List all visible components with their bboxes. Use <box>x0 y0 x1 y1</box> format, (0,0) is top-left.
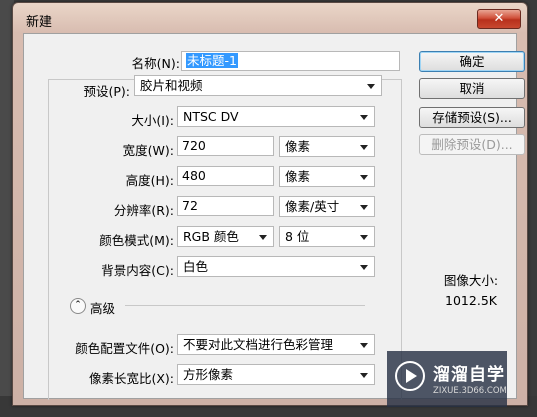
image-size-value: 1012.5K <box>445 293 497 308</box>
dialog-title: 新建 <box>26 15 53 30</box>
chevron-down-icon <box>360 115 368 120</box>
chevron-down-icon <box>360 205 368 210</box>
size-label: 大小(I): <box>131 113 174 128</box>
color-profile-value: 不要对此文档进行色彩管理 <box>183 337 334 352</box>
dialog-client-area: 名称(N): 未标题-1 预设(P): 胶片和视频 大小(I): NTSC DV… <box>23 33 525 400</box>
bit-depth-select[interactable]: 8 位 <box>279 226 375 247</box>
name-label: 名称(N): <box>131 56 180 71</box>
height-label: 高度(H): <box>125 173 174 188</box>
chevron-up-icon: ⌃ <box>74 300 82 310</box>
watermark: 溜溜自学 ZIXUE.3D66.COM <box>387 351 507 407</box>
height-unit-select[interactable]: 像素 <box>279 166 375 187</box>
play-logo-icon <box>395 361 425 391</box>
advanced-label: 高级 <box>90 301 116 316</box>
chevron-down-icon <box>360 145 368 150</box>
width-input[interactable]: 720 <box>177 136 274 156</box>
preset-label: 预设(P): <box>83 84 130 99</box>
color-mode-value: RGB 颜色 <box>183 229 239 244</box>
delete-preset-button: 删除预设(D)... <box>419 134 525 155</box>
preset-select[interactable]: 胶片和视频 <box>134 75 382 96</box>
color-mode-select[interactable]: RGB 颜色 <box>177 226 274 247</box>
ok-button[interactable]: 确定 <box>419 51 525 72</box>
preset-value: 胶片和视频 <box>140 78 203 93</box>
size-value: NTSC DV <box>183 109 239 124</box>
resolution-input[interactable]: 72 <box>177 196 274 216</box>
chevron-down-icon <box>259 235 267 240</box>
resolution-unit-select[interactable]: 像素/英寸 <box>279 196 375 217</box>
resolution-label: 分辨率(R): <box>113 203 174 218</box>
close-icon: ✕ <box>493 11 505 26</box>
close-button[interactable]: ✕ <box>477 9 521 29</box>
size-select[interactable]: NTSC DV <box>177 106 375 127</box>
resolution-unit-value: 像素/英寸 <box>285 199 340 214</box>
name-input[interactable]: 未标题-1 <box>181 51 400 71</box>
chevron-down-icon <box>360 343 368 348</box>
pixel-aspect-value: 方形像素 <box>183 367 234 382</box>
chevron-down-icon <box>360 235 368 240</box>
watermark-url: ZIXUE.3D66.COM <box>433 386 507 396</box>
width-label: 宽度(W): <box>122 143 174 158</box>
height-input[interactable]: 480 <box>177 166 274 186</box>
watermark-title: 溜溜自学 <box>433 365 505 385</box>
new-document-dialog: 新建 ✕ 名称(N): 未标题-1 预设(P): 胶片和视频 大小(I): NT… <box>12 2 528 406</box>
bit-depth-value: 8 位 <box>285 229 310 244</box>
image-size-label: 图像大小: <box>443 273 499 288</box>
name-value: 未标题-1 <box>186 53 238 68</box>
width-unit-select[interactable]: 像素 <box>279 136 375 157</box>
chevron-down-icon <box>360 373 368 378</box>
chevron-down-icon <box>360 175 368 180</box>
pixel-aspect-label: 像素长宽比(X): <box>88 371 174 386</box>
chevron-down-icon <box>360 265 368 270</box>
color-profile-label: 颜色配置文件(O): <box>75 341 174 356</box>
save-preset-button[interactable]: 存储预设(S)... <box>419 107 525 128</box>
chevron-down-icon <box>367 84 375 89</box>
width-unit-value: 像素 <box>285 139 311 154</box>
height-unit-value: 像素 <box>285 169 311 184</box>
color-profile-select[interactable]: 不要对此文档进行色彩管理 <box>177 334 375 355</box>
advanced-divider <box>125 305 365 306</box>
pixel-aspect-select[interactable]: 方形像素 <box>177 364 375 385</box>
background-value: 白色 <box>183 259 209 274</box>
advanced-toggle[interactable]: ⌃ <box>70 298 86 314</box>
background-label: 背景内容(C): <box>101 263 174 278</box>
cancel-button[interactable]: 取消 <box>419 78 525 99</box>
background-select[interactable]: 白色 <box>177 256 375 277</box>
color-mode-label: 颜色模式(M): <box>99 233 174 248</box>
